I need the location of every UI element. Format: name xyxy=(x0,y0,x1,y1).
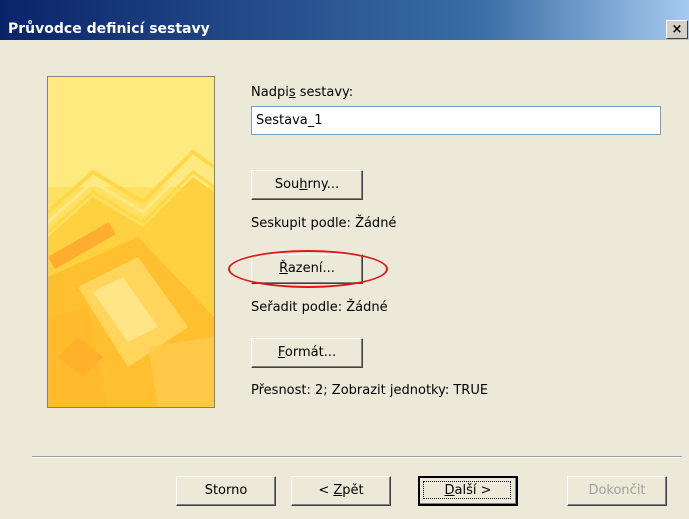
sorting-status: Seřadit podle: Žádné xyxy=(251,300,388,315)
button-accesskey: Z xyxy=(333,483,343,498)
summaries-button[interactable]: Souhrny... xyxy=(251,170,363,200)
close-icon[interactable]: × xyxy=(666,20,688,39)
button-accesskey: Ř xyxy=(279,261,288,276)
label-text: sestavy: xyxy=(295,85,354,100)
back-button[interactable]: < Zpět xyxy=(291,476,391,506)
format-status: Přesnost: 2; Zobrazit jednotky: TRUE xyxy=(251,383,489,398)
label-text: Nadpi xyxy=(251,85,289,100)
button-text: pět xyxy=(342,483,364,498)
finish-button[interactable]: Dokončit xyxy=(567,476,667,506)
format-button[interactable]: Formát... xyxy=(251,338,363,368)
label-accesskey: s xyxy=(288,85,296,100)
button-accesskey: h xyxy=(299,177,308,192)
footer-separator xyxy=(32,456,682,458)
wizard-banner-graphic xyxy=(47,76,215,408)
button-text: < xyxy=(318,483,334,498)
grouping-status: Seskupit podle: Žádné xyxy=(251,216,397,231)
button-text: Sou xyxy=(274,177,300,192)
button-text: ormát... xyxy=(284,345,337,360)
focus-rect xyxy=(423,481,511,499)
title-bar: Průvodce definicí sestavy × xyxy=(0,0,689,40)
button-text: azení... xyxy=(287,261,335,276)
report-title-input[interactable] xyxy=(251,106,661,135)
cancel-button[interactable]: Storno xyxy=(176,476,276,506)
window-title: Průvodce definicí sestavy xyxy=(8,21,210,37)
next-button[interactable]: Další > xyxy=(418,476,518,506)
sorting-button[interactable]: Řazení... xyxy=(251,254,363,284)
report-title-label: Nadpis sestavy: xyxy=(251,85,353,100)
button-text: rny... xyxy=(307,177,340,192)
button-accesskey: F xyxy=(277,345,285,360)
